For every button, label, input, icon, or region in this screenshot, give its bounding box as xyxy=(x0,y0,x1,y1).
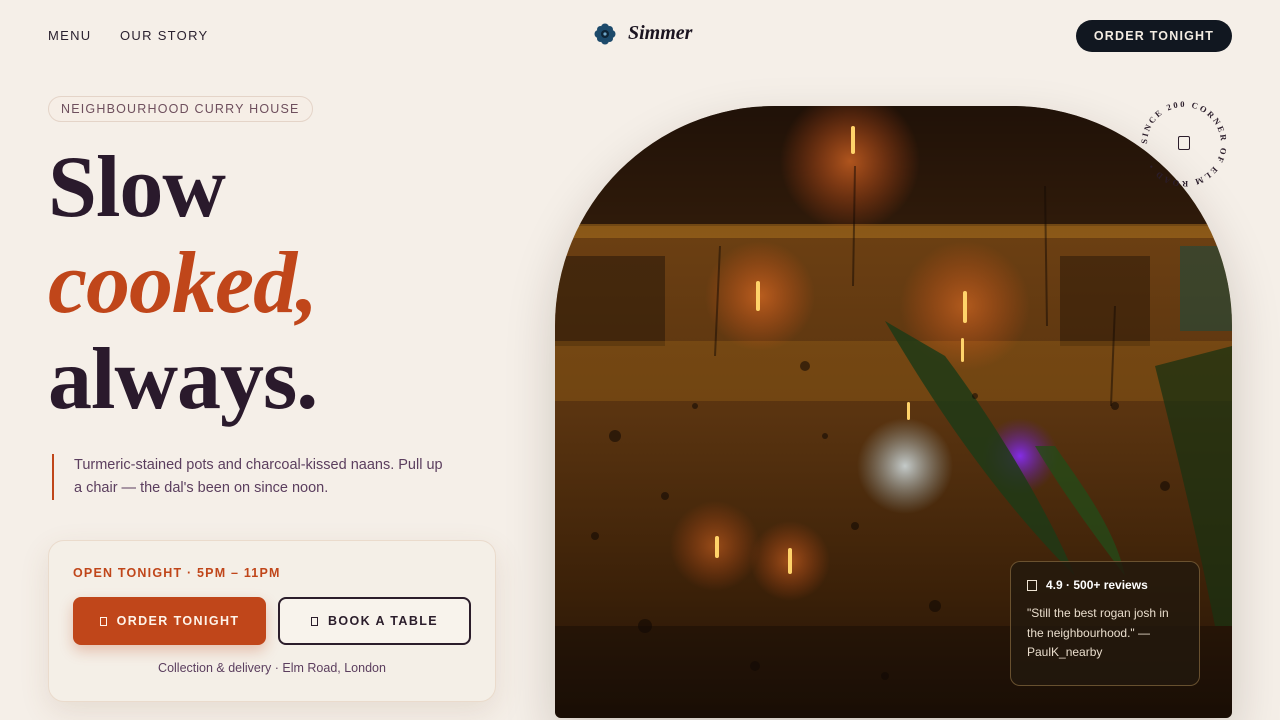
bag-icon xyxy=(99,616,107,626)
review-rating-text: 4.9 · 500+ reviews xyxy=(1046,578,1148,592)
since-stamp: SINCE 200 CORNER OF ELM ROAD • xyxy=(1136,96,1232,192)
review-quote: "Still the best rogan josh in the neighb… xyxy=(1027,606,1169,659)
book-table-button[interactable]: BOOK A TABLE xyxy=(278,597,471,645)
star-icon xyxy=(1027,579,1037,591)
hero-headline: Slow cooked, always. xyxy=(48,139,318,428)
book-table-label: BOOK A TABLE xyxy=(327,614,439,628)
calendar-icon xyxy=(310,616,318,626)
opening-hours: OPEN TONIGHT · 5PM – 11PM xyxy=(73,566,281,580)
nav-menu-link[interactable]: MENU xyxy=(48,28,91,43)
eyebrow-badge: NEIGHBOURHOOD CURRY HOUSE xyxy=(48,96,313,122)
order-tonight-button[interactable]: ORDER TONIGHT xyxy=(73,597,266,645)
review-card: 4.9 · 500+ reviews "Still the best rogan… xyxy=(1010,561,1200,686)
flower-logo-icon xyxy=(594,23,616,44)
headline-line-2: cooked, xyxy=(48,235,318,332)
bowl-icon xyxy=(1178,136,1190,150)
hero-lede: Turmeric-stained pots and charcoal-kisse… xyxy=(52,454,452,500)
brand-logo[interactable]: Simmer xyxy=(594,22,692,45)
order-card: OPEN TONIGHT · 5PM – 11PM ORDER TONIGHT … xyxy=(48,540,496,702)
review-rating: 4.9 · 500+ reviews xyxy=(1027,578,1183,592)
header-order-button[interactable]: ORDER TONIGHT xyxy=(1076,20,1232,52)
headline-line-1: Slow xyxy=(48,139,226,236)
brand-name: Simmer xyxy=(628,22,693,44)
headline-line-3: always. xyxy=(48,331,318,428)
order-tonight-label: ORDER TONIGHT xyxy=(116,614,240,628)
delivery-note: Collection & delivery · Elm Road, London xyxy=(158,661,386,675)
site-header: MENU OUR STORY Simmer ORDER TONIGHT xyxy=(0,0,1280,72)
nav-our-story-link[interactable]: OUR STORY xyxy=(120,28,209,43)
